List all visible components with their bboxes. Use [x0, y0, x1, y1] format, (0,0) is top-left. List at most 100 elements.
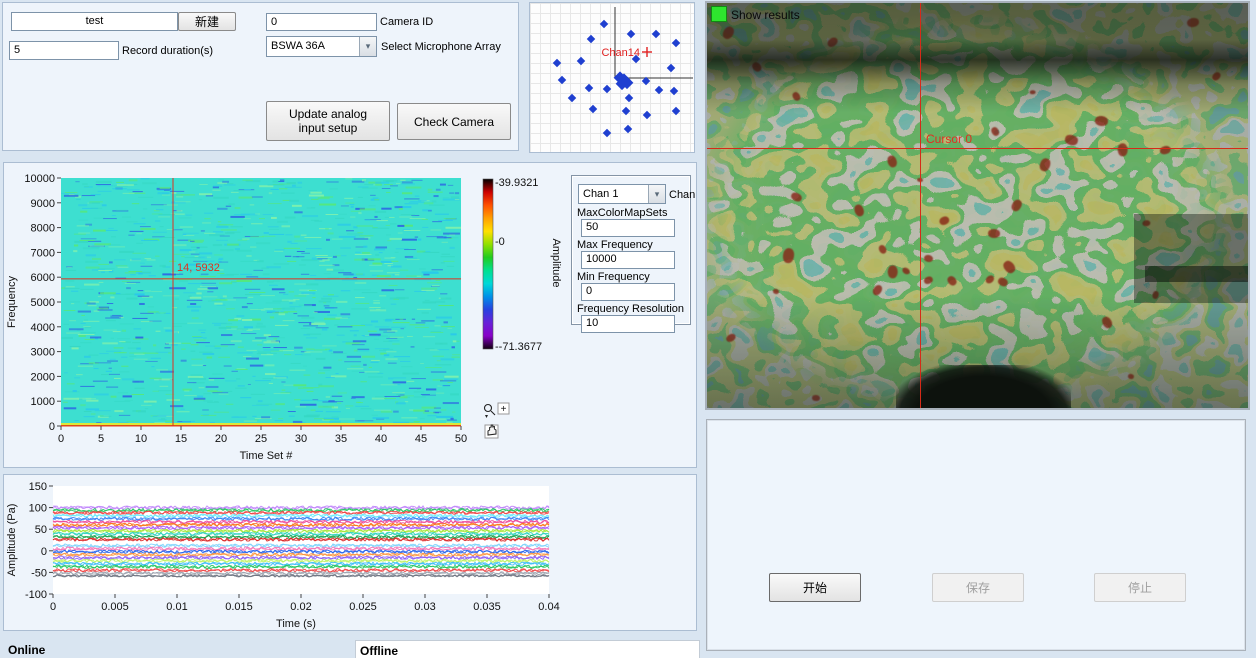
mic-array-select[interactable]: BSWA 36A ▾ [266, 36, 377, 57]
mic-dot [652, 30, 660, 38]
mic-array-value: BSWA 36A [267, 37, 359, 56]
colorbar-max-label: -39.9321 [495, 177, 538, 189]
offline-status-label: Offline [360, 644, 398, 658]
mic-dot [568, 94, 576, 102]
chevron-down-icon[interactable]: ▾ [648, 185, 665, 203]
y-axis-title: Frequency [6, 276, 18, 328]
update-analog-input-button[interactable]: Update analog input setup [266, 101, 390, 141]
axis-tick-label: 35 [335, 433, 347, 445]
save-button[interactable]: 保存 [932, 573, 1024, 602]
camera-id-input[interactable]: 0 [266, 13, 377, 31]
mic-dot [585, 84, 593, 92]
chan-select[interactable]: Chan 1 ▾ [578, 184, 666, 204]
setup-panel: test 新建 5 Record duration(s) 0 Camera ID… [2, 2, 519, 151]
chan-label: Chan [669, 189, 695, 201]
camera-cursor-hline[interactable] [707, 148, 1248, 149]
stop-button[interactable]: 停止 [1094, 573, 1186, 602]
axis-tick-label: 25 [255, 433, 267, 445]
zoom-tool-icon[interactable] [485, 405, 496, 419]
new-session-button[interactable]: 新建 [178, 12, 236, 31]
axis-tick-label: 5000 [31, 297, 55, 309]
axis-tick-label: 10000 [24, 173, 55, 185]
axis-tick-label: 0.005 [101, 601, 129, 613]
x-axis-title: Time Set # [240, 450, 294, 462]
axis-tick-label: 50 [455, 433, 467, 445]
chan-value: Chan 1 [579, 185, 648, 203]
session-name-input[interactable]: test [11, 12, 178, 31]
axis-tick-label: 0.015 [225, 601, 253, 613]
axis-tick-label: 0.03 [414, 601, 435, 613]
axis-tick-label: 10 [135, 433, 147, 445]
axis-tick-label: 3000 [31, 347, 55, 359]
frequency-resolution-label: Frequency Resolution [577, 303, 684, 315]
mic-array-plot: Chan14 [529, 2, 695, 153]
check-camera-button[interactable]: Check Camera [397, 103, 511, 140]
mic-dot [672, 107, 680, 115]
axis-tick-label: 20 [215, 433, 227, 445]
camera-cursor-vline[interactable] [920, 3, 921, 408]
analysis-controls-cluster: Chan 1 ▾ Chan MaxColorMapSets 50 Max Fre… [571, 175, 691, 325]
spectrogram-panel: 0100020003000400050006000700080009000100… [3, 162, 697, 468]
axis-tick-label: 0.025 [349, 601, 377, 613]
pan-hand-icon[interactable] [485, 425, 498, 438]
mic-dot [622, 107, 630, 115]
chevron-down-icon[interactable]: ▾ [359, 37, 376, 56]
maxcolormapsets-input[interactable]: 50 [581, 219, 675, 237]
max-frequency-label: Max Frequency [577, 239, 653, 251]
axis-tick-label: 0.01 [166, 601, 187, 613]
mic-dot [624, 125, 632, 133]
mic-dot [577, 57, 585, 65]
start-button[interactable]: 开始 [769, 573, 861, 602]
axis-tick-label: 0 [41, 546, 47, 558]
maxcolormapsets-label: MaxColorMapSets [577, 207, 667, 219]
axis-tick-label: 2000 [31, 371, 55, 383]
axis-tick-label: 0.035 [473, 601, 501, 613]
mic-dot [670, 87, 678, 95]
axis-tick-label: 6000 [31, 272, 55, 284]
mic-dot [643, 111, 651, 119]
axis-tick-label: 0 [58, 433, 64, 445]
frequency-resolution-input[interactable]: 10 [581, 315, 675, 333]
axis-tick-label: 40 [375, 433, 387, 445]
axis-tick-label: 1000 [31, 396, 55, 408]
amplitude-colorbar [483, 179, 493, 349]
mic-dot [587, 35, 595, 43]
y-axis-title: Amplitude (Pa) [6, 504, 18, 577]
spectrogram-cursor-label: 14, 5932 [177, 262, 220, 274]
axis-tick-label: 30 [295, 433, 307, 445]
chan-cursor-icon[interactable] [642, 47, 652, 57]
camera-id-label: Camera ID [380, 16, 433, 28]
axis-tick-label: 5 [98, 433, 104, 445]
online-status-label: Online [8, 643, 45, 657]
zoom-plus-glyph: + [501, 404, 507, 415]
axis-tick-label: 45 [415, 433, 427, 445]
colorbar-min-label: --71.3677 [495, 341, 542, 353]
mic-dot [553, 59, 561, 67]
axis-tick-label: 100 [29, 503, 47, 515]
record-panel: 开始 保存 停止 [706, 419, 1246, 651]
axis-tick-label: 8000 [31, 223, 55, 235]
x-axis-title: Time (s) [276, 618, 316, 630]
axis-tick-label: -50 [31, 567, 47, 579]
show-results-led[interactable] [711, 6, 727, 22]
waveform-panel: 150100500-50-10000.0050.010.0150.020.025… [3, 474, 697, 631]
mic-dot [603, 85, 611, 93]
mic-array-scatter[interactable]: Chan14 [530, 3, 694, 152]
record-duration-label: Record duration(s) [122, 45, 213, 57]
axis-tick-label: 4000 [31, 322, 55, 334]
mic-array-label: Select Microphone Array [381, 41, 501, 53]
camera-acoustic-view[interactable]: Cursor 0 Show results [705, 1, 1250, 410]
axis-tick-label: 0.04 [538, 601, 559, 613]
axis-tick-label: 0 [50, 601, 56, 613]
mic-dot [627, 30, 635, 38]
colorbar-title: Amplitude [550, 239, 562, 288]
min-frequency-input[interactable]: 0 [581, 283, 675, 301]
offline-status-box: Offline [355, 640, 700, 658]
photo-dim-overlay [707, 3, 1248, 408]
mic-dot [589, 105, 597, 113]
record-duration-input[interactable]: 5 [9, 41, 119, 60]
waveform-chart[interactable]: 150100500-50-10000.0050.010.0150.020.025… [4, 475, 696, 630]
show-results-label: Show results [731, 8, 800, 22]
max-frequency-input[interactable]: 10000 [581, 251, 675, 269]
acoustic-camera-app: { "setup_panel": { "session_name": "test… [0, 0, 1256, 658]
